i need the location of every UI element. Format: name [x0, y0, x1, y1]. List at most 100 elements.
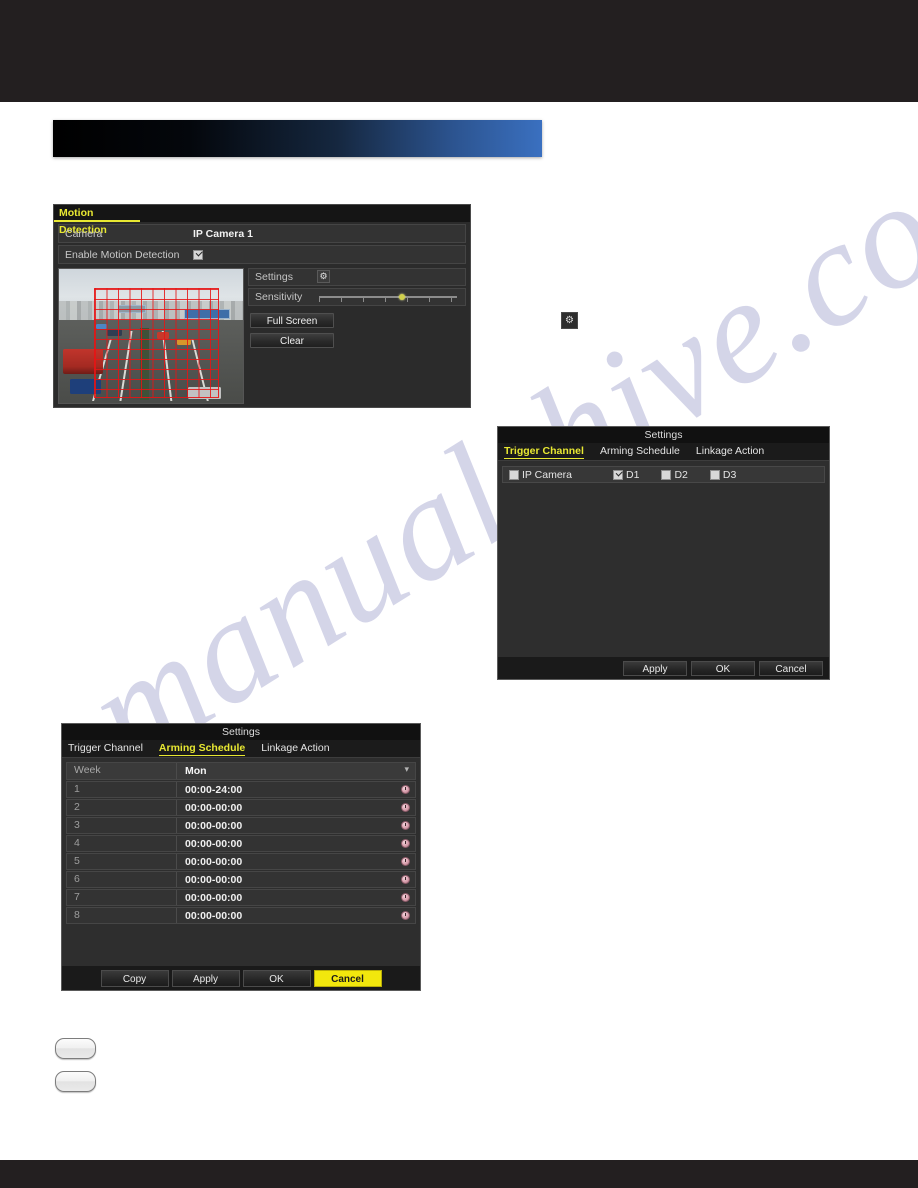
page-footer-bar	[0, 1160, 918, 1188]
sensitivity-slider-knob[interactable]	[399, 294, 406, 300]
motion-detection-titlebar: Motion Detection	[54, 205, 470, 236]
tab-trigger-channel[interactable]: Trigger Channel	[504, 445, 584, 459]
step-button-1[interactable]	[55, 1038, 96, 1059]
schedule-row-index: 7	[67, 890, 177, 905]
channel-d2[interactable]: D2	[661, 468, 688, 481]
channel-label-d2: D2	[674, 468, 688, 481]
dialog-footer: Copy Apply OK Cancel	[62, 966, 420, 990]
tab-linkage-action[interactable]: Linkage Action	[261, 742, 329, 755]
apply-button[interactable]: Apply	[623, 660, 687, 676]
schedule-row-index: 4	[67, 836, 177, 851]
tab-linkage-action[interactable]: Linkage Action	[696, 445, 764, 458]
clock-icon[interactable]	[401, 911, 410, 920]
enable-motion-detection-row[interactable]: Enable Motion Detection	[58, 245, 466, 264]
checkbox-d2[interactable]	[661, 469, 672, 480]
schedule-row-time[interactable]: 00:00-00:00	[177, 820, 415, 832]
tab-arming-schedule[interactable]: Arming Schedule	[158, 742, 246, 756]
schedule-row-index: 3	[67, 818, 177, 833]
clock-icon[interactable]	[401, 857, 410, 866]
cancel-button[interactable]: Cancel	[313, 969, 382, 987]
dialog-tabs: Trigger Channel Arming Schedule Linkage …	[498, 443, 829, 461]
sensitivity-control	[313, 289, 465, 305]
schedule-row-index: 6	[67, 872, 177, 887]
schedule-row[interactable]: 1 00:00-24:00	[66, 781, 416, 798]
schedule-row[interactable]: 6 00:00-00:00	[66, 871, 416, 888]
enable-motion-detection-value	[189, 249, 465, 261]
schedule-row-index: 2	[67, 800, 177, 815]
schedule-row-index: 8	[67, 908, 177, 923]
channel-label-d1: D1	[626, 468, 640, 481]
apply-button[interactable]: Apply	[171, 969, 240, 987]
clock-icon[interactable]	[401, 875, 410, 884]
schedule-row[interactable]: 4 00:00-00:00	[66, 835, 416, 852]
title-banner	[53, 120, 542, 157]
clear-button[interactable]: Clear	[250, 333, 334, 348]
enable-motion-detection-label: Enable Motion Detection	[65, 248, 180, 261]
cancel-button[interactable]: Cancel	[759, 660, 823, 676]
motion-detection-controls: Settings ⚙ Sensitivity Full Screen Clear	[248, 268, 466, 408]
channel-checkbox-row: IP Camera D1 D2 D3	[502, 466, 825, 483]
sensitivity-label: Sensitivity	[255, 291, 303, 303]
checkbox-d1[interactable]	[613, 469, 623, 480]
video-preview[interactable]	[58, 268, 244, 404]
motion-grid-overlay[interactable]	[93, 287, 220, 398]
channel-ip-camera[interactable]: IP Camera	[509, 469, 605, 481]
clock-icon[interactable]	[401, 821, 410, 830]
sensitivity-slider[interactable]	[319, 294, 457, 302]
dialog-title: Settings	[498, 427, 829, 443]
schedule-row-time[interactable]: 00:00-00:00	[177, 802, 415, 814]
schedule-row[interactable]: 2 00:00-00:00	[66, 799, 416, 816]
schedule-row[interactable]: 5 00:00-00:00	[66, 853, 416, 870]
checkbox-ip-camera[interactable]	[509, 469, 519, 480]
schedule-row-time[interactable]: 00:00-00:00	[177, 910, 415, 922]
week-label: Week	[67, 763, 177, 779]
gear-icon[interactable]: ⚙	[561, 312, 578, 329]
dialog-title: Settings	[62, 724, 420, 740]
checkbox-d3[interactable]	[709, 469, 720, 480]
week-selector-row[interactable]: Week Mon ▾	[66, 762, 416, 780]
schedule-row-time[interactable]: 00:00-00:00	[177, 856, 415, 868]
camera-value: IP Camera 1	[193, 227, 253, 240]
channel-d3[interactable]: D3	[709, 468, 737, 481]
dialog-body: Week Mon ▾ 1 00:00-24:00 2 00:00-00:00 3…	[62, 758, 420, 966]
camera-label: Camera	[65, 227, 103, 240]
clock-icon[interactable]	[401, 839, 410, 848]
sensitivity-row[interactable]: Sensitivity	[248, 288, 466, 306]
step-button-2[interactable]	[55, 1071, 96, 1092]
copy-button[interactable]: Copy	[100, 969, 169, 987]
schedule-row[interactable]: 7 00:00-00:00	[66, 889, 416, 906]
clock-icon[interactable]	[401, 893, 410, 902]
schedule-row-time[interactable]: 00:00-00:00	[177, 892, 415, 904]
schedule-row-time[interactable]: 00:00-24:00	[177, 784, 415, 796]
motion-detection-body: Settings ⚙ Sensitivity Full Screen Clear	[58, 268, 466, 408]
week-value: Mon	[185, 765, 207, 777]
full-screen-button[interactable]: Full Screen	[250, 313, 334, 328]
settings-row[interactable]: Settings ⚙	[248, 268, 466, 286]
camera-select-row[interactable]: Camera IP Camera 1	[58, 224, 466, 243]
ok-button[interactable]: OK	[242, 969, 311, 987]
channel-label-ip-camera: IP Camera	[522, 468, 572, 481]
motion-detection-panel: Motion Detection Camera IP Camera 1 Enab…	[53, 204, 471, 408]
schedule-row[interactable]: 8 00:00-00:00	[66, 907, 416, 924]
clock-icon[interactable]	[401, 785, 410, 794]
chevron-down-icon[interactable]: ▾	[404, 764, 409, 775]
page-header-bar	[0, 0, 918, 102]
clock-icon[interactable]	[401, 803, 410, 812]
settings-control: ⚙	[313, 269, 465, 285]
schedule-row[interactable]: 3 00:00-00:00	[66, 817, 416, 834]
ok-button[interactable]: OK	[691, 660, 755, 676]
gear-icon[interactable]: ⚙	[317, 270, 330, 283]
trigger-channel-settings-dialog: Settings Trigger Channel Arming Schedule…	[497, 426, 830, 680]
settings-label: Settings	[255, 271, 293, 283]
tab-trigger-channel[interactable]: Trigger Channel	[68, 742, 143, 755]
channel-d1[interactable]: D1	[613, 469, 639, 481]
schedule-row-time[interactable]: 00:00-00:00	[177, 838, 415, 850]
schedule-row-index: 5	[67, 854, 177, 869]
schedule-row-index: 1	[67, 782, 177, 797]
enable-motion-detection-checkbox[interactable]	[193, 249, 203, 260]
page-title: Motion Detection	[54, 205, 140, 236]
tab-arming-schedule[interactable]: Arming Schedule	[600, 445, 680, 458]
arming-schedule-settings-dialog: Settings Trigger Channel Arming Schedule…	[61, 723, 421, 991]
schedule-row-time[interactable]: 00:00-00:00	[177, 874, 415, 886]
channel-label-d3: D3	[722, 468, 737, 481]
